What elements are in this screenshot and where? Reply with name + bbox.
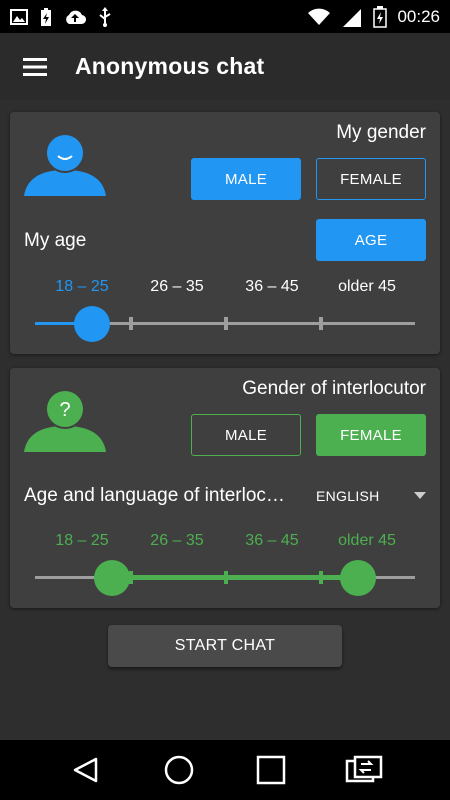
avatar-question-mark: ? — [59, 399, 70, 421]
my-profile-card: My gender MALE FEMALE My age AGE 18 – 25… — [10, 112, 440, 354]
usb-icon — [99, 6, 111, 27]
slider-thumb-min[interactable] — [94, 560, 130, 596]
slider-tick — [129, 317, 133, 330]
interlocutor-gender-female-button[interactable]: FEMALE — [316, 414, 426, 456]
start-chat-button[interactable]: START CHAT — [108, 625, 342, 667]
language-dropdown[interactable]: ENGLISH — [316, 488, 380, 504]
interlocutor-gender-label: Gender of interlocutor — [242, 378, 426, 399]
main-content: My gender MALE FEMALE My age AGE 18 – 25… — [0, 100, 450, 740]
hamburger-menu-icon[interactable] — [0, 33, 70, 100]
status-bar: 00:26 — [0, 0, 450, 33]
my-age-slider[interactable] — [35, 304, 415, 344]
slider-tick — [319, 317, 323, 330]
my-gender-label: My gender — [336, 122, 426, 143]
slider-tick — [319, 571, 323, 584]
my-gender-male-button[interactable]: MALE — [191, 158, 301, 200]
cloud-upload-icon — [66, 10, 86, 24]
my-age-range-option[interactable]: 36 – 45 — [245, 278, 298, 296]
interlocutor-age-range-slider[interactable] — [35, 558, 415, 598]
dropdown-arrow-icon[interactable] — [414, 492, 426, 499]
recents-icon[interactable] — [246, 745, 296, 795]
status-time: 00:26 — [397, 6, 440, 26]
my-age-label: My age — [24, 230, 87, 251]
battery-charging-icon — [373, 5, 388, 28]
image-icon — [10, 8, 28, 25]
my-age-range-option[interactable]: older 45 — [338, 278, 396, 296]
slider-thumb-max[interactable] — [340, 560, 376, 596]
screen-rotate-icon[interactable] — [339, 745, 389, 795]
signal-icon — [343, 8, 362, 27]
app-bar: Anonymous chat — [0, 33, 450, 100]
interlocutor-gender-male-button[interactable]: MALE — [191, 414, 301, 456]
slider-tick — [224, 571, 228, 584]
my-age-range-option[interactable]: 26 – 35 — [150, 278, 203, 296]
interlocutor-age-range-option[interactable]: 26 – 35 — [150, 532, 203, 550]
interlocutor-age-range-option[interactable]: older 45 — [338, 532, 396, 550]
my-gender-female-button[interactable]: FEMALE — [316, 158, 426, 200]
slider-tick — [224, 317, 228, 330]
back-icon[interactable] — [61, 745, 111, 795]
home-icon[interactable] — [154, 745, 204, 795]
interlocutor-card: ? Gender of interlocutor MALE FEMALE Age… — [10, 368, 440, 608]
unknown-user-avatar-icon: ? — [24, 389, 106, 452]
battery-charging-small-icon — [41, 7, 51, 26]
interlocutor-age-range-option[interactable]: 18 – 25 — [55, 532, 108, 550]
navigation-bar — [0, 740, 450, 800]
app-title: Anonymous chat — [75, 53, 265, 79]
interlocutor-age-range-option[interactable]: 36 – 45 — [245, 532, 298, 550]
wifi-icon — [308, 8, 331, 25]
age-button[interactable]: AGE — [316, 219, 426, 261]
slider-thumb[interactable] — [74, 306, 110, 342]
my-age-range-option[interactable]: 18 – 25 — [55, 278, 108, 296]
interlocutor-age-language-label: Age and language of interlocutor — [24, 485, 294, 506]
user-avatar-icon — [24, 133, 106, 196]
